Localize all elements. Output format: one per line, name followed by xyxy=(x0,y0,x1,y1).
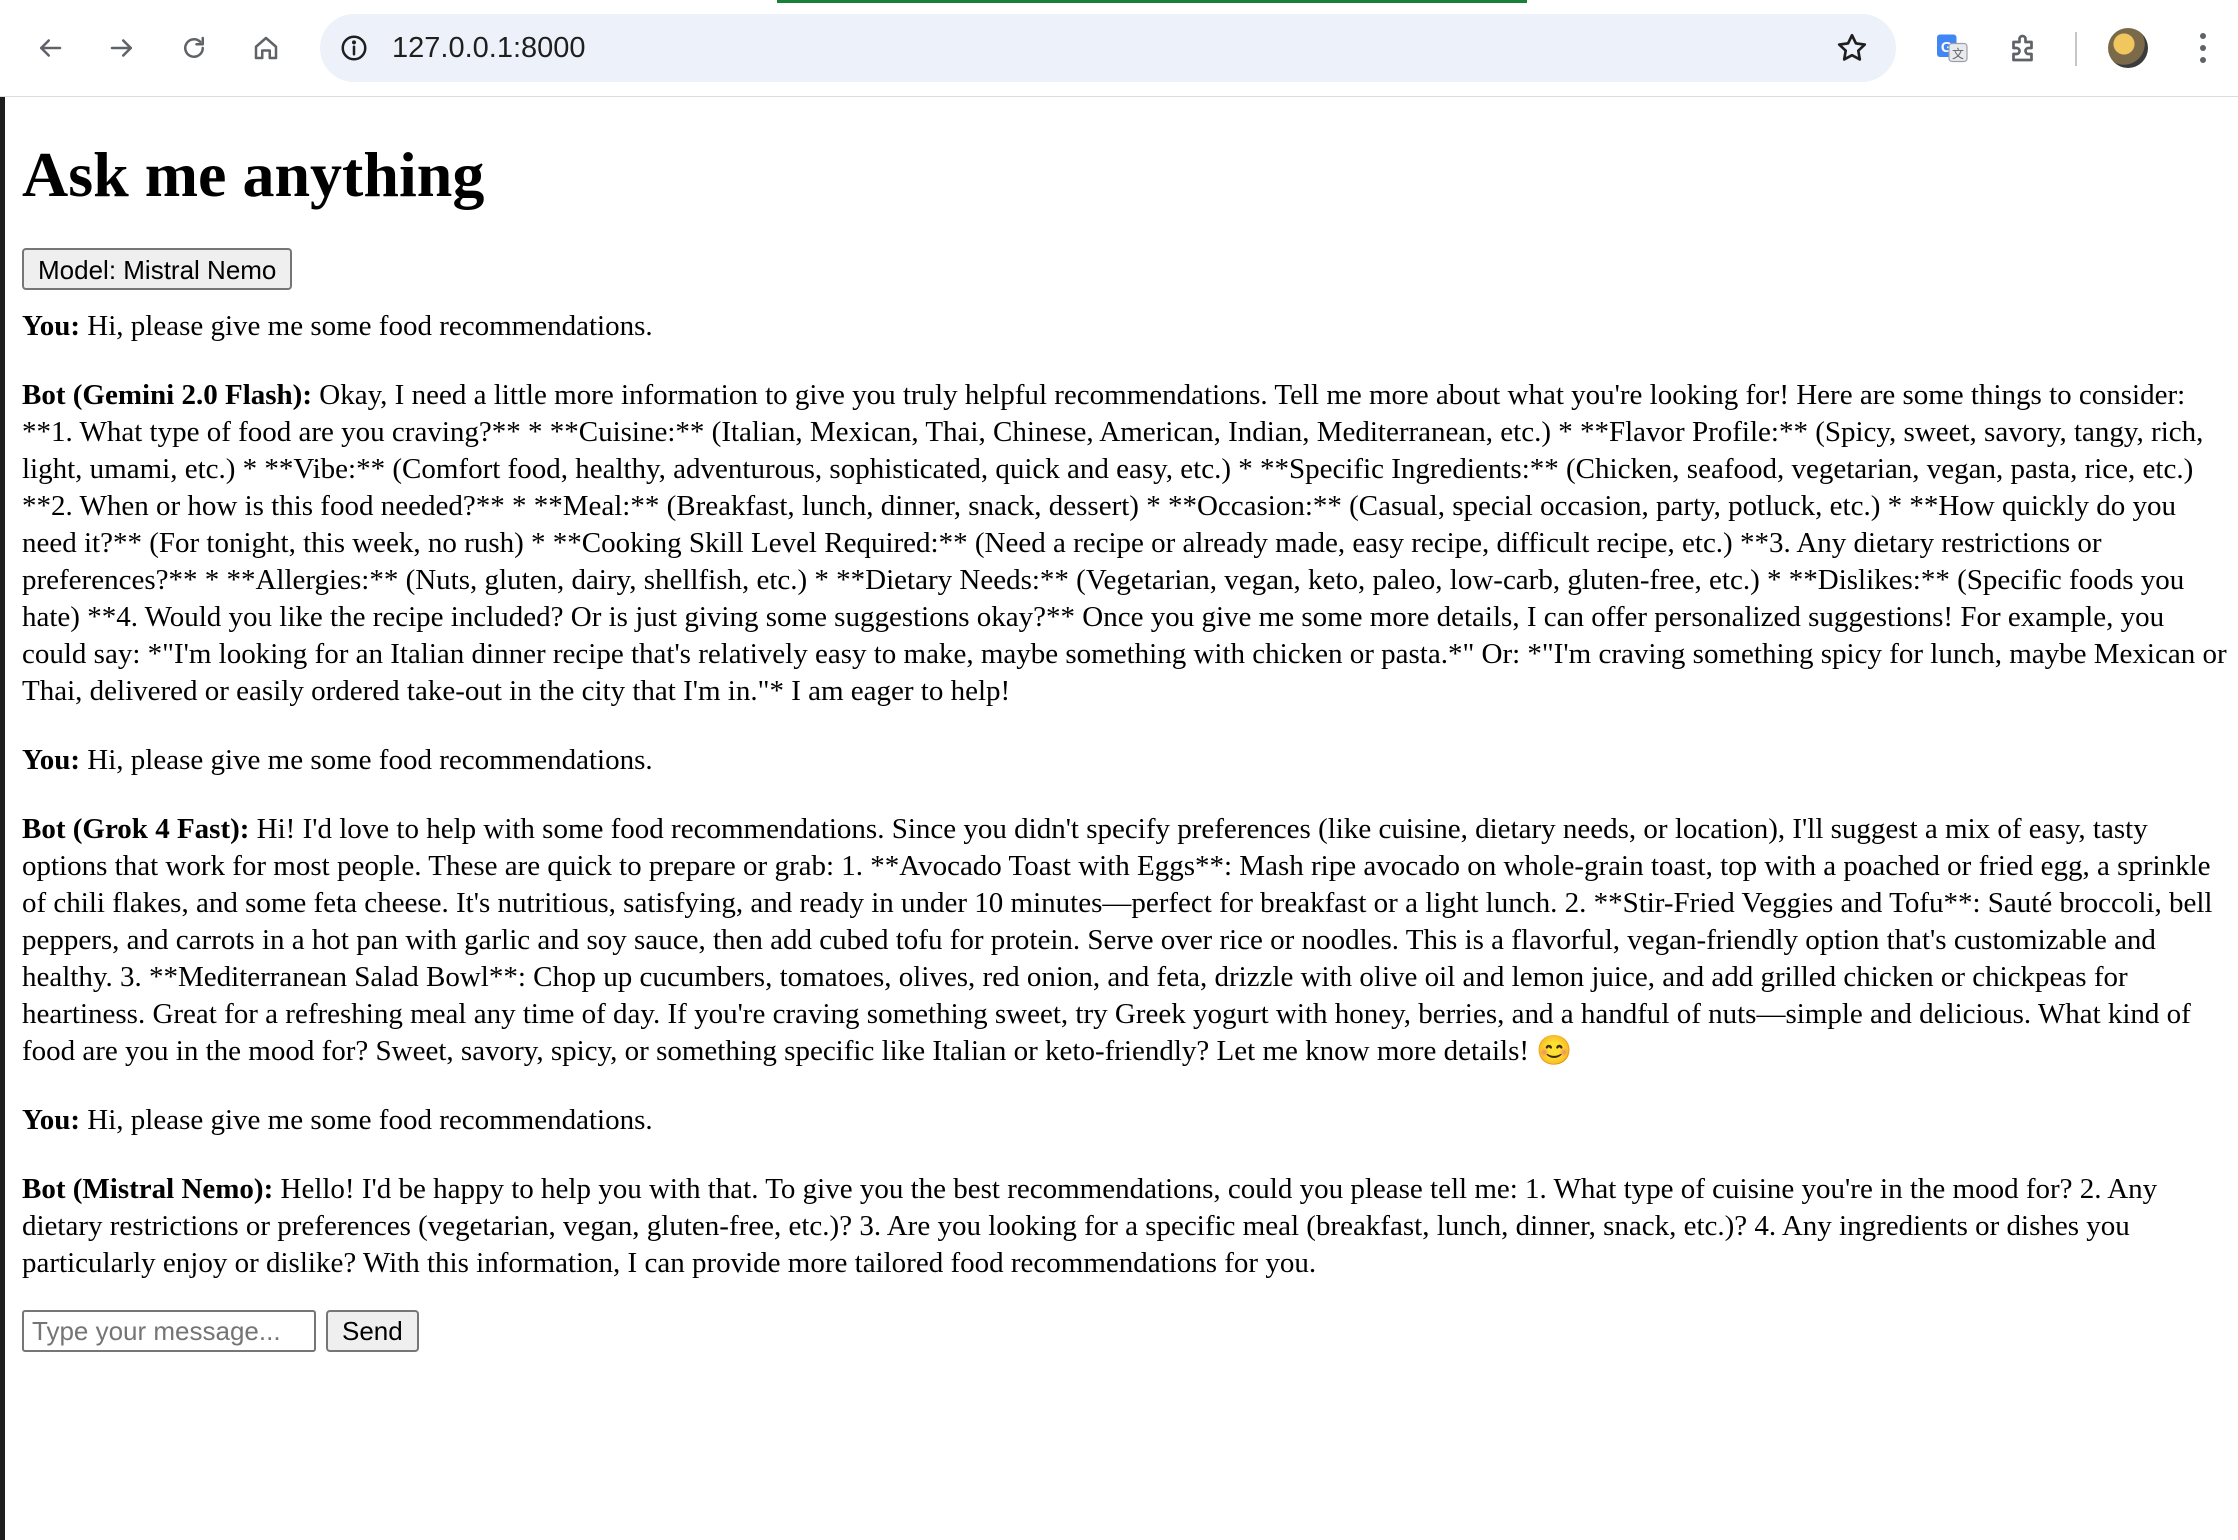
page-loading-bar xyxy=(777,0,1527,3)
model-select-button[interactable]: Model: Mistral Nemo xyxy=(22,248,293,290)
chat-message-bot: Bot (Gemini 2.0 Flash): Okay, I need a l… xyxy=(22,377,2232,710)
profile-avatar[interactable] xyxy=(2108,28,2148,68)
url-text[interactable]: 127.0.0.1:8000 xyxy=(392,14,586,82)
message-speaker: Bot (Grok 4 Fast): xyxy=(22,813,250,845)
svg-text:文: 文 xyxy=(1952,46,1964,61)
message-speaker: You: xyxy=(22,310,81,342)
menu-kebab-icon[interactable] xyxy=(2186,24,2220,72)
message-input[interactable] xyxy=(22,1310,316,1352)
message-text: Hi! I'd love to help with some food reco… xyxy=(22,813,2213,1067)
message-speaker: Bot (Mistral Nemo): xyxy=(22,1173,274,1205)
back-icon[interactable] xyxy=(24,22,76,74)
message-speaker: You: xyxy=(22,744,81,776)
home-icon[interactable] xyxy=(240,22,292,74)
browser-toolbar: 127.0.0.1:8000 G文 xyxy=(0,0,2238,97)
message-text: Hello! I'd be happy to help you with tha… xyxy=(22,1173,2158,1279)
reload-icon[interactable] xyxy=(168,22,220,74)
message-speaker: You: xyxy=(22,1104,81,1136)
message-text: Hi, please give me some food recommendat… xyxy=(87,1104,653,1136)
page-title: Ask me anything xyxy=(22,139,485,210)
translate-icon[interactable]: G文 xyxy=(1928,24,1976,72)
chat-message-bot: Bot (Mistral Nemo): Hello! I'd be happy … xyxy=(22,1171,2232,1282)
forward-icon[interactable] xyxy=(96,22,148,74)
chat-message-user: You: Hi, please give me some food recomm… xyxy=(22,308,2232,345)
chat-message-user: You: Hi, please give me some food recomm… xyxy=(22,1102,2232,1139)
page-content: Ask me anything Model: Mistral Nemo You:… xyxy=(22,96,2232,1352)
message-text: Okay, I need a little more information t… xyxy=(22,379,2227,707)
chat-log: You: Hi, please give me some food recomm… xyxy=(22,308,2232,1282)
site-info-icon[interactable] xyxy=(336,30,372,66)
send-button[interactable]: Send xyxy=(326,1310,419,1352)
address-bar[interactable]: 127.0.0.1:8000 xyxy=(320,14,1896,82)
window-left-edge xyxy=(0,0,5,1540)
bookmark-star-icon[interactable] xyxy=(1834,30,1870,66)
message-text: Hi, please give me some food recommendat… xyxy=(87,310,653,342)
message-speaker: Bot (Gemini 2.0 Flash): xyxy=(22,379,312,411)
toolbar-divider xyxy=(2075,32,2077,66)
message-text: Hi, please give me some food recommendat… xyxy=(87,744,653,776)
chat-message-bot: Bot (Grok 4 Fast): Hi! I'd love to help … xyxy=(22,811,2232,1070)
chat-message-user: You: Hi, please give me some food recomm… xyxy=(22,742,2232,779)
composer: Send xyxy=(22,1310,2232,1352)
extensions-icon[interactable] xyxy=(2000,24,2048,72)
